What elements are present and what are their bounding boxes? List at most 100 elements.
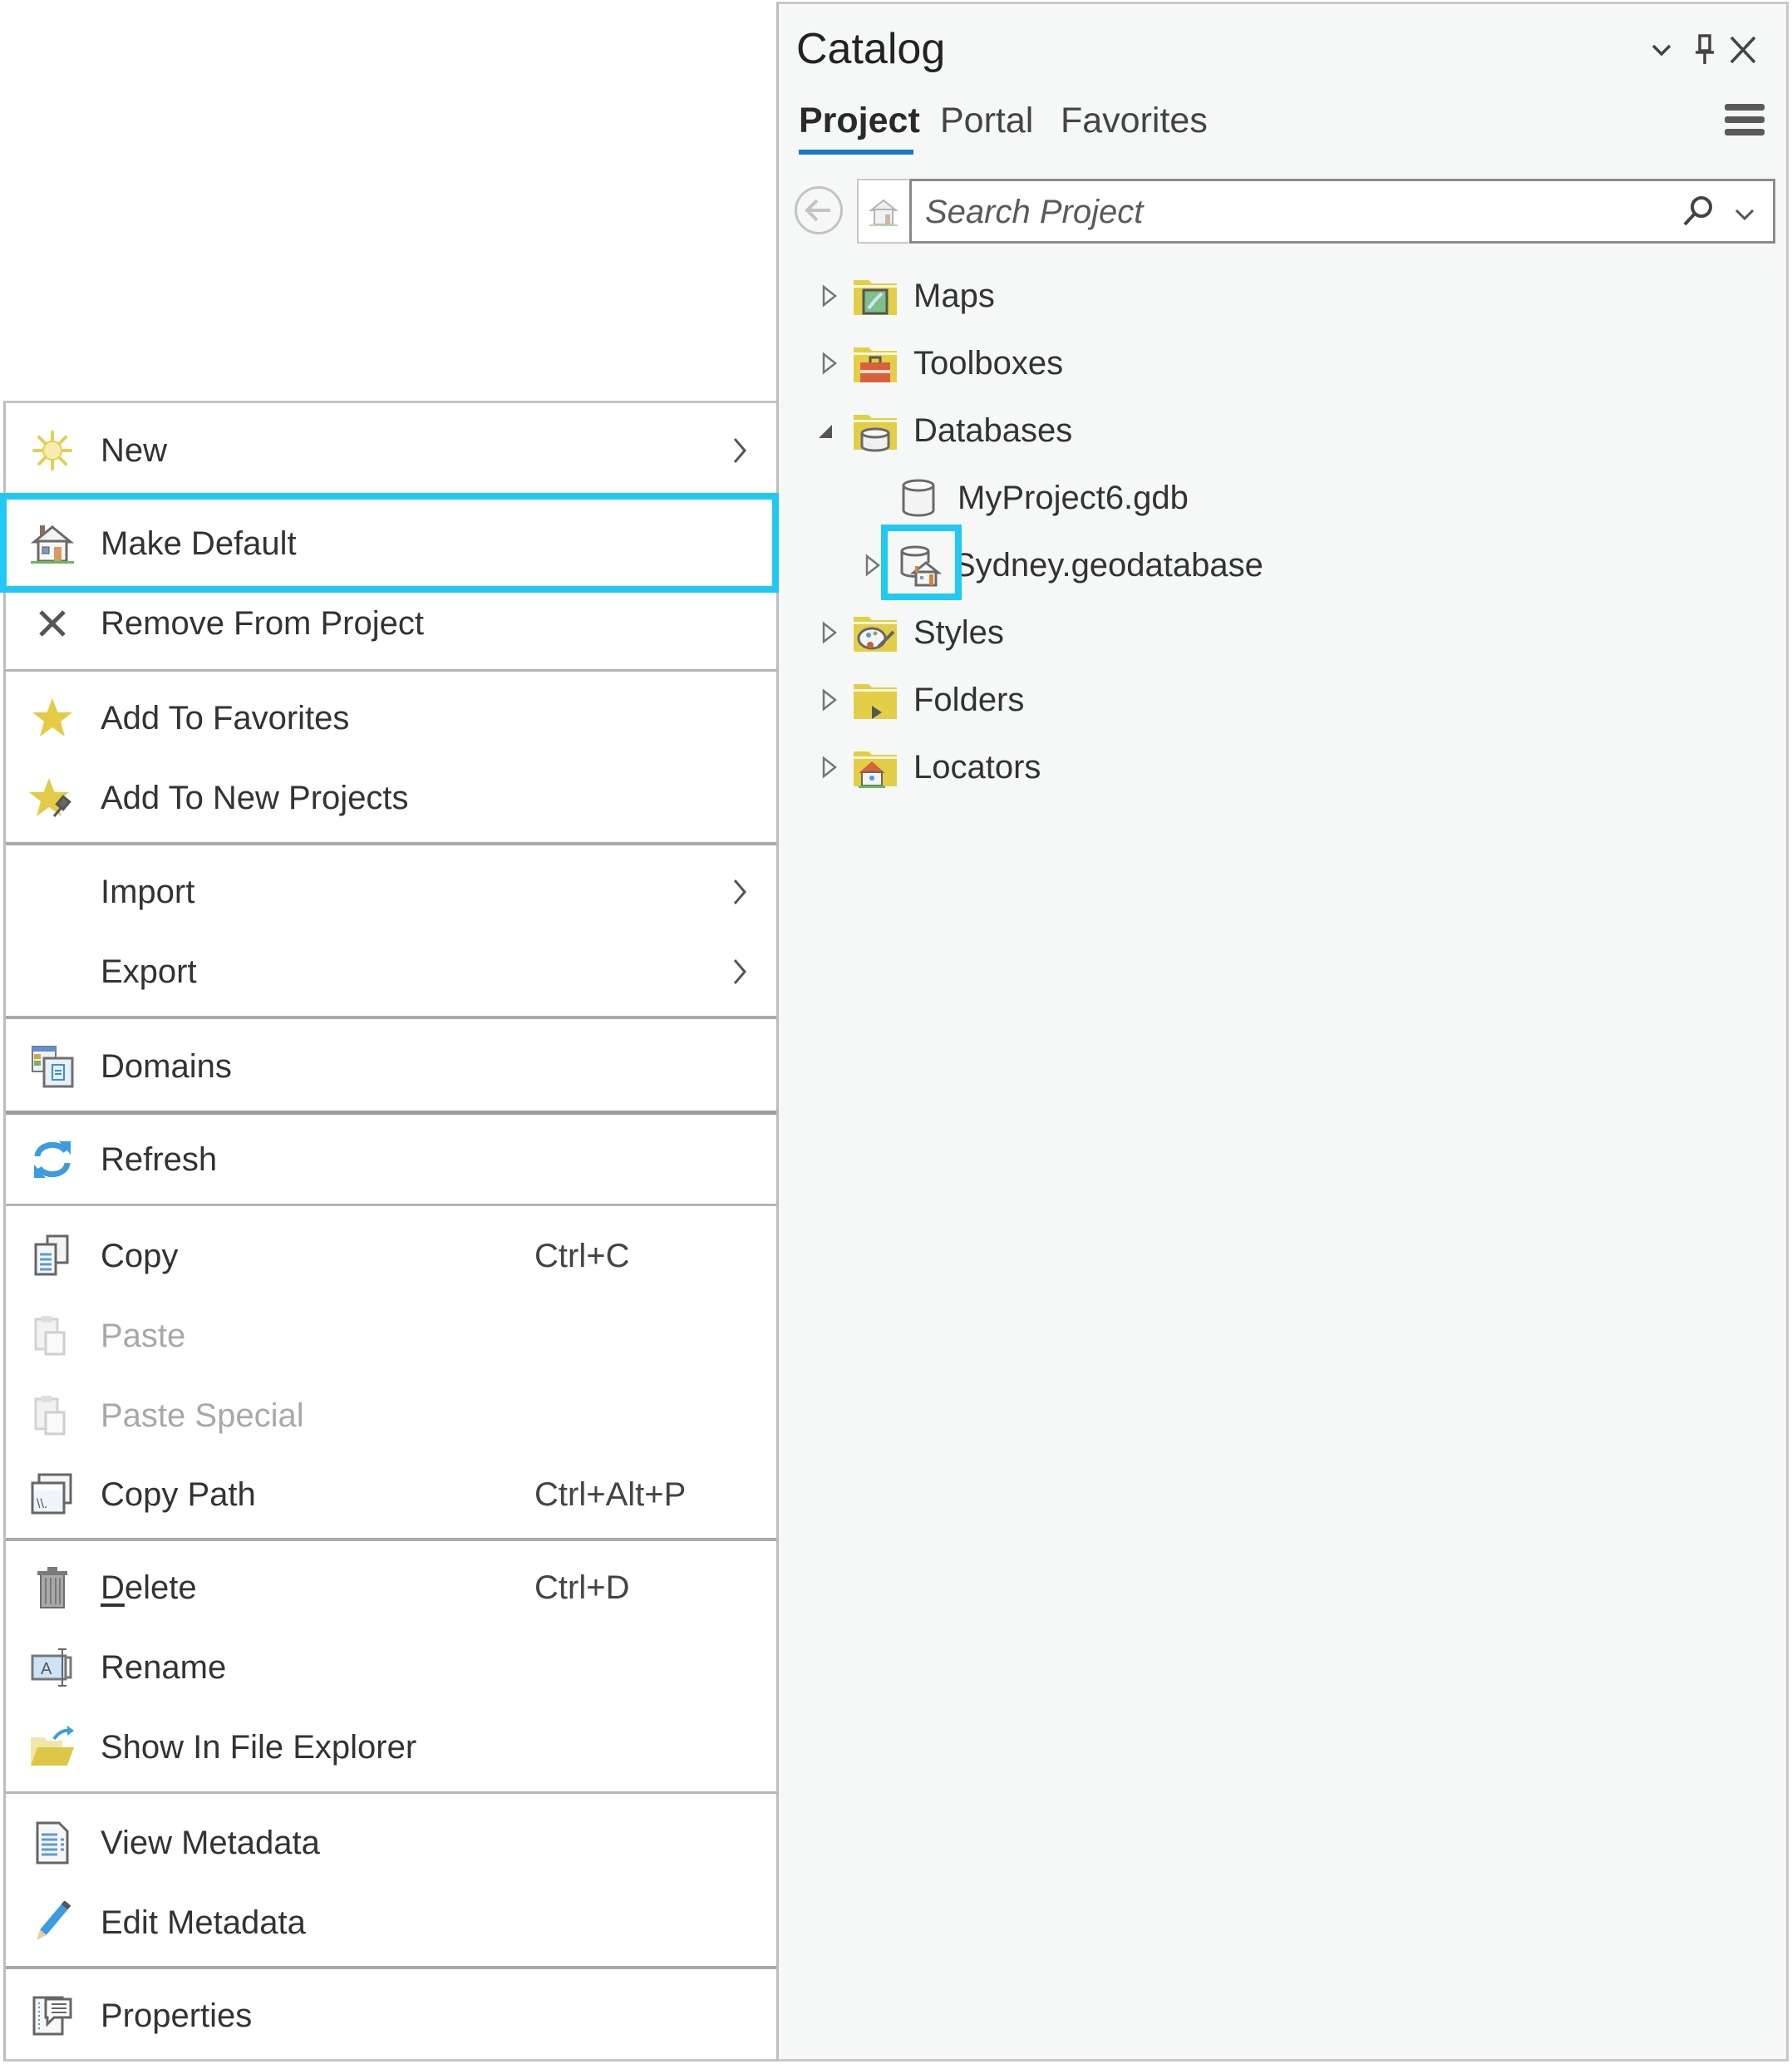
search-box xyxy=(909,179,1775,244)
menu-item-paste: Paste xyxy=(6,1303,776,1369)
expand-triangle-icon[interactable] xyxy=(820,755,839,780)
tree-item-label: Databases xyxy=(913,412,1073,449)
menu-item-label: Delete xyxy=(101,1566,197,1609)
menu-item-label: Domains xyxy=(101,1048,232,1085)
locators-folder-icon xyxy=(852,745,898,790)
pin-button[interactable] xyxy=(1688,31,1721,67)
menu-item-label: Export xyxy=(101,953,197,990)
search-options-chevron-down-icon[interactable] xyxy=(1731,201,1758,228)
menu-item-copy-path[interactable]: \\. Copy Path Ctrl+Alt+P xyxy=(6,1461,776,1528)
project-home-button[interactable] xyxy=(857,179,908,244)
active-tab-indicator xyxy=(799,150,913,155)
pane-options-button[interactable] xyxy=(1645,31,1678,67)
open-folder-icon xyxy=(29,1726,76,1769)
menu-hamburger-icon[interactable] xyxy=(1725,104,1765,140)
expand-triangle-icon[interactable] xyxy=(820,351,839,376)
close-x-icon xyxy=(29,602,76,645)
menu-item-label: Properties xyxy=(101,1997,253,2034)
menu-item-export[interactable]: Export xyxy=(6,938,776,1005)
tree-item-label: Folders xyxy=(913,682,1025,718)
menu-item-label: New xyxy=(101,432,168,469)
tree-item-toolboxes[interactable]: Toolboxes xyxy=(779,333,1610,396)
tree-item-maps[interactable]: Maps xyxy=(779,265,1610,328)
menu-item-shortcut: Ctrl+D xyxy=(534,1569,630,1606)
databases-folder-icon xyxy=(852,408,898,453)
star-icon xyxy=(29,697,76,740)
pin-icon xyxy=(1696,34,1714,64)
tree-item-label: Sydney.geodatabase xyxy=(953,547,1263,584)
menu-item-rename[interactable]: A Rename xyxy=(6,1634,776,1701)
copy-path-icon: \\. xyxy=(29,1473,76,1516)
svg-text:\\.: \\. xyxy=(37,1497,47,1511)
tree-item-styles[interactable]: Styles xyxy=(779,602,1610,665)
tree-item-folders[interactable]: Folders xyxy=(779,669,1610,732)
search-icon[interactable] xyxy=(1680,193,1716,229)
domains-icon xyxy=(29,1045,76,1088)
menu-item-label: Paste xyxy=(101,1318,186,1354)
menu-item-new[interactable]: New xyxy=(6,417,776,484)
menu-separator xyxy=(6,1111,776,1115)
properties-icon xyxy=(29,1994,76,2037)
folders-folder-icon xyxy=(852,677,898,722)
menu-item-view-metadata[interactable]: View Metadata xyxy=(6,1810,776,1876)
back-button[interactable] xyxy=(795,186,843,234)
close-icon xyxy=(1730,36,1756,64)
menu-item-show-in-file-explorer[interactable]: Show In File Explorer xyxy=(6,1714,776,1781)
menu-item-label: Make Default xyxy=(101,525,297,562)
new-sparkle-icon xyxy=(29,429,76,472)
rename-icon: A xyxy=(29,1646,76,1689)
tab-portal[interactable]: Portal xyxy=(940,97,1033,144)
expand-triangle-icon[interactable] xyxy=(820,620,839,645)
menu-item-domains[interactable]: Domains xyxy=(6,1033,776,1100)
menu-item-add-to-favorites[interactable]: Add To Favorites xyxy=(6,685,776,751)
access-key: D xyxy=(101,1569,125,1606)
paste-special-icon xyxy=(29,1394,76,1437)
tree-item-label: Locators xyxy=(913,749,1041,786)
menu-separator xyxy=(6,1204,776,1206)
menu-separator xyxy=(6,669,776,672)
menu-item-edit-metadata[interactable]: Edit Metadata xyxy=(6,1889,776,1956)
expand-triangle-icon[interactable] xyxy=(820,687,839,712)
copy-icon xyxy=(29,1234,76,1278)
tree-item-locators[interactable]: Locators xyxy=(779,736,1610,800)
tree-item-databases[interactable]: Databases xyxy=(779,400,1610,463)
tree-item-label: Toolboxes xyxy=(913,345,1064,382)
menu-item-properties[interactable]: Properties xyxy=(6,1983,776,2049)
menu-item-make-default[interactable]: Make Default xyxy=(6,510,776,577)
tree-item-sydney-geodatabase[interactable]: Sydney.geodatabase xyxy=(779,534,1610,598)
menu-separator xyxy=(6,842,776,845)
collapse-triangle-icon[interactable] xyxy=(817,418,835,443)
tree-item-label: Maps xyxy=(913,278,995,314)
menu-item-label: Add To New Projects xyxy=(101,780,409,816)
styles-folder-icon xyxy=(852,610,898,655)
arrow-left-icon xyxy=(805,199,830,222)
menu-item-remove-from-project[interactable]: Remove From Project xyxy=(6,590,776,657)
tab-project[interactable]: Project xyxy=(799,97,920,144)
menu-separator xyxy=(6,1538,776,1541)
close-button[interactable] xyxy=(1726,31,1760,67)
menu-item-add-to-new-projects[interactable]: Add To New Projects xyxy=(6,765,776,831)
tree-item-label: Styles xyxy=(913,614,1004,651)
menu-item-label: View Metadata xyxy=(101,1825,320,1861)
menu-item-label: Edit Metadata xyxy=(101,1904,306,1941)
home-icon xyxy=(29,522,76,565)
menu-item-import[interactable]: Import xyxy=(6,859,776,925)
menu-item-label: Refresh xyxy=(101,1141,218,1178)
tab-favorites[interactable]: Favorites xyxy=(1061,97,1208,144)
svg-text:A: A xyxy=(41,1660,52,1678)
menu-item-copy[interactable]: Copy Ctrl+C xyxy=(6,1223,776,1289)
menu-item-delete[interactable]: Delete Ctrl+D xyxy=(6,1554,776,1621)
menu-item-label: Import xyxy=(101,874,195,910)
toolboxes-folder-icon xyxy=(852,341,898,386)
chevron-right-icon xyxy=(733,438,746,463)
menu-item-label: Copy Path xyxy=(101,1476,256,1513)
menu-item-label: Add To Favorites xyxy=(101,700,350,736)
menu-item-label: Rename xyxy=(101,1649,227,1686)
search-input[interactable] xyxy=(923,190,1658,234)
menu-item-refresh[interactable]: Refresh xyxy=(6,1126,776,1193)
tree-item-myproject6-gdb[interactable]: MyProject6.gdb xyxy=(779,467,1610,530)
chevron-right-icon xyxy=(733,959,746,984)
metadata-document-icon xyxy=(29,1821,76,1864)
expand-triangle-icon[interactable] xyxy=(864,553,882,578)
expand-triangle-icon[interactable] xyxy=(820,283,839,308)
